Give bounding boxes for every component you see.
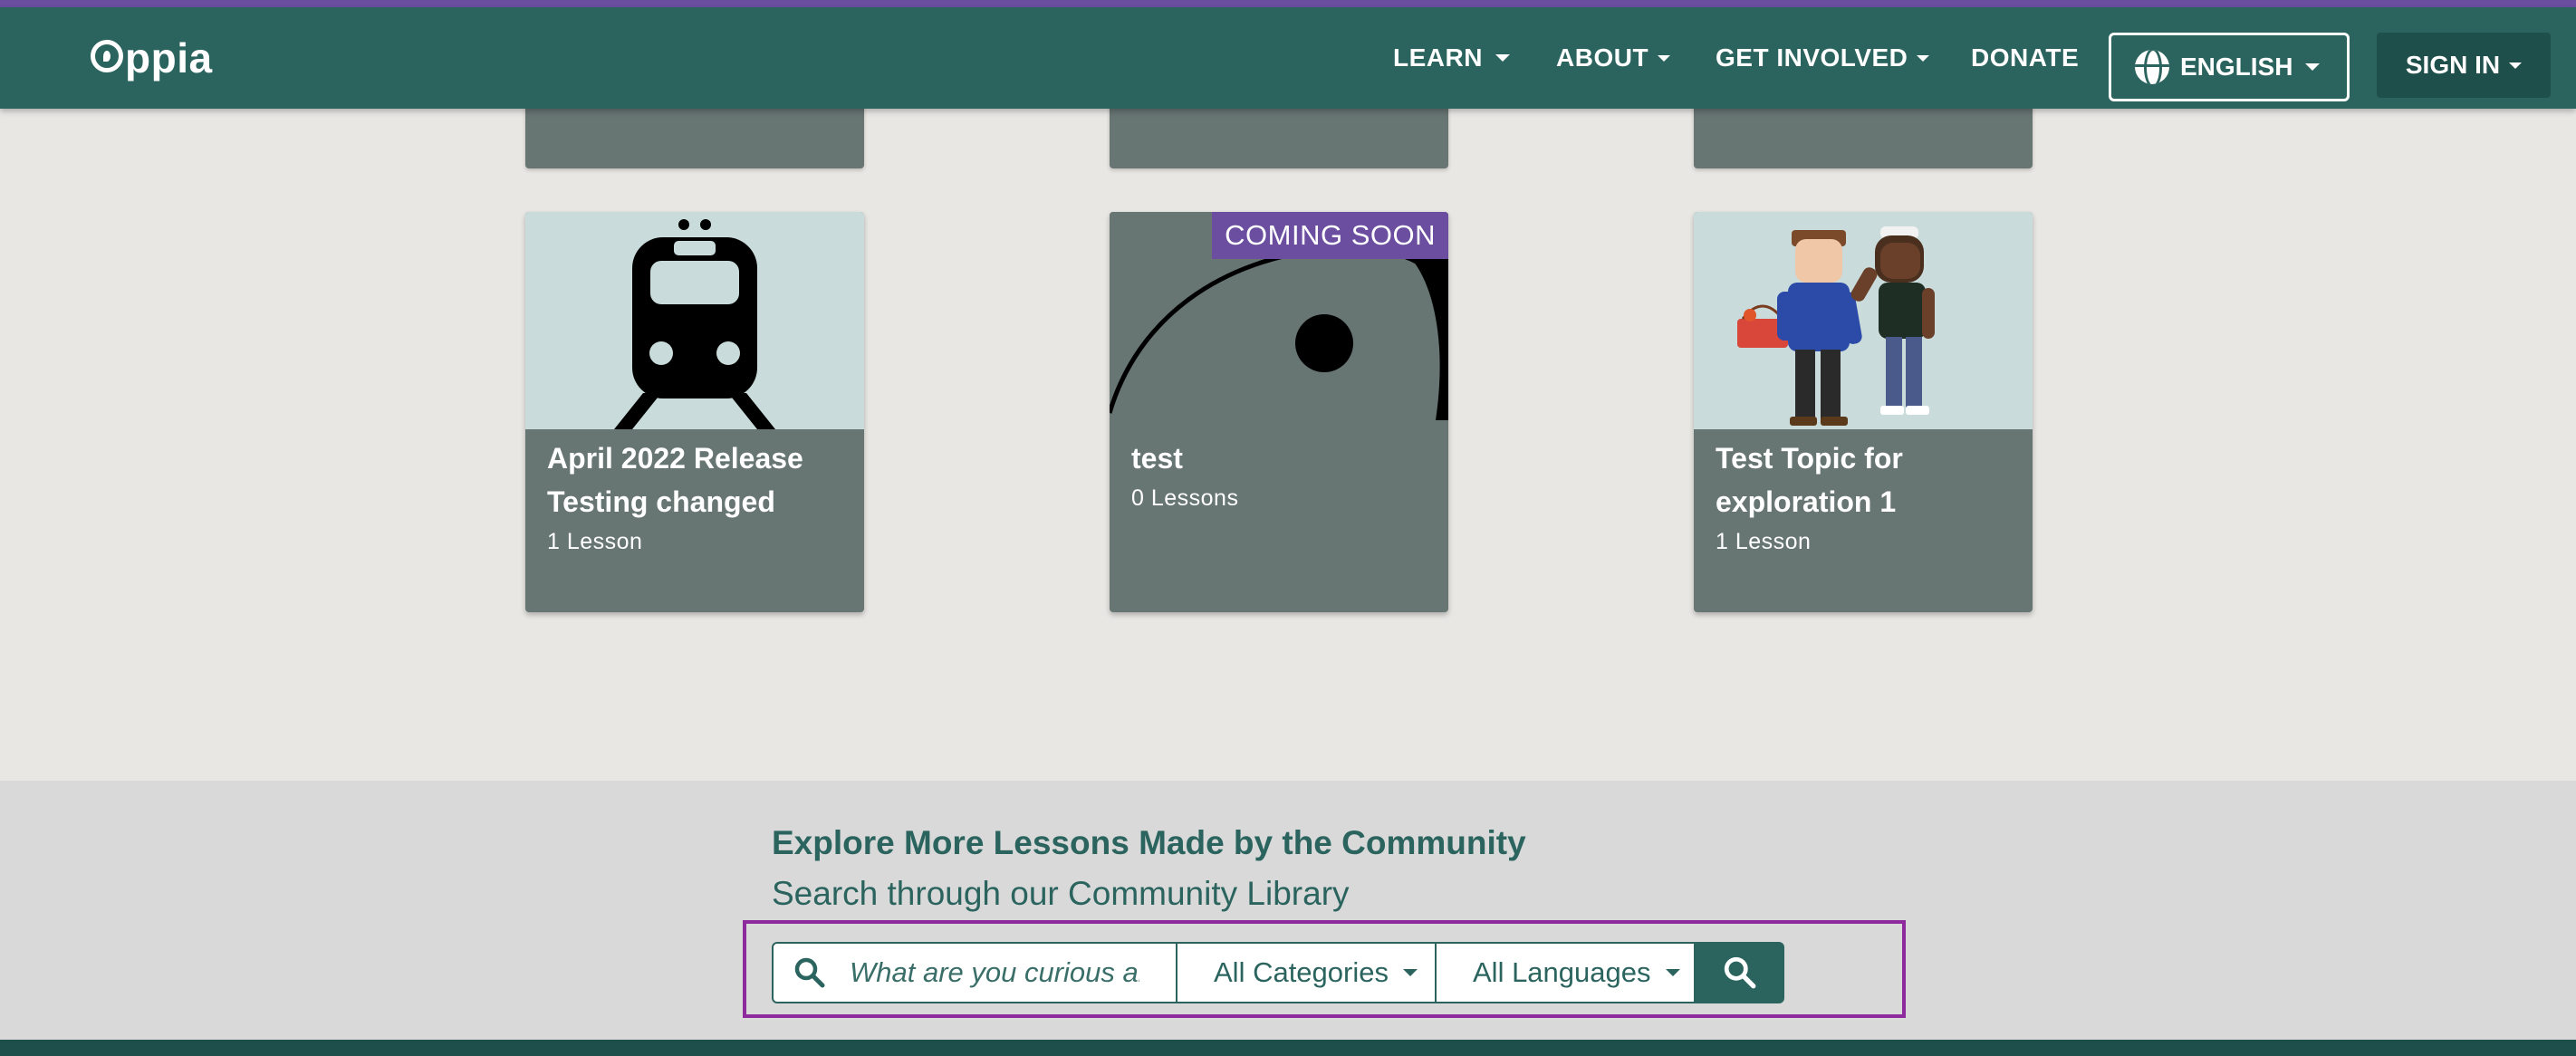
search-input[interactable] <box>850 956 1139 989</box>
sign-in-label: SIGN IN <box>2405 51 2501 79</box>
globe-icon <box>2135 50 2169 84</box>
topic-card-lesson-count: 1 Lesson <box>1716 529 1812 554</box>
chevron-down-icon <box>2305 63 2321 71</box>
topic-card-lesson-count: 1 Lesson <box>547 529 643 554</box>
topic-thumbnail <box>525 212 864 429</box>
search-field-container[interactable] <box>772 942 1177 1003</box>
two-people-illustration-icon <box>1737 226 1935 426</box>
language-selector-button[interactable]: ENGLISH <box>2109 33 2350 101</box>
oppia-logo-mark-icon <box>91 40 123 72</box>
chevron-down-icon <box>1658 54 1671 62</box>
sign-in-button[interactable]: SIGN IN <box>2377 33 2551 98</box>
topic-card-title: Test Topic for exploration 1 <box>1716 442 1903 518</box>
topic-thumbnail <box>1694 212 2033 429</box>
topic-card[interactable]: Test Topic for exploration 1 1 Lesson <box>1694 212 2033 612</box>
chevron-down-icon <box>1402 969 1418 976</box>
footer-top-edge <box>0 1040 2576 1056</box>
topic-card-lesson-count: 0 Lessons <box>1131 485 1239 511</box>
explore-heading: Explore More Lessons Made by the Communi… <box>772 824 1526 861</box>
top-accent-strip <box>0 0 2576 7</box>
top-navbar: ppia LEARN ABOUT GET INVOLVED DONATE ENG… <box>0 7 2576 109</box>
topic-card-title: test <box>1131 442 1183 475</box>
logo-text: ppia <box>125 34 213 82</box>
language-label: ENGLISH <box>2180 53 2293 81</box>
categories-dropdown[interactable]: All Categories <box>1177 942 1437 1003</box>
nav-learn-label: LEARN <box>1393 43 1483 72</box>
nav-about-label: ABOUT <box>1556 43 1649 72</box>
nav-get-involved-label: GET INVOLVED <box>1716 43 1908 72</box>
oppia-logo[interactable]: ppia <box>91 31 213 85</box>
topic-card[interactable]: April 2022 Release Testing changed 1 Les… <box>525 212 864 612</box>
nav-learn-dropdown[interactable]: LEARN <box>1393 43 1510 72</box>
topic-card-title: April 2022 Release Testing changed <box>547 442 803 518</box>
chevron-down-icon <box>1665 969 1680 976</box>
categories-label: All Categories <box>1214 956 1389 988</box>
community-search-bar: All Categories All Languages <box>772 942 1784 1003</box>
topic-card[interactable]: COMING SOON test 0 Lessons <box>1110 212 1448 612</box>
train-icon <box>614 219 775 429</box>
nav-get-involved-dropdown[interactable]: GET INVOLVED <box>1716 43 1930 72</box>
languages-dropdown[interactable]: All Languages <box>1437 942 1696 1003</box>
nav-about-dropdown[interactable]: ABOUT <box>1556 43 1671 72</box>
nav-donate-label: DONATE <box>1971 43 2080 72</box>
chevron-down-icon <box>2509 62 2523 69</box>
search-icon <box>794 957 825 988</box>
search-icon <box>1724 956 1756 989</box>
chevron-down-icon <box>1495 54 1510 62</box>
search-submit-button[interactable] <box>1696 942 1784 1003</box>
chevron-down-icon <box>1917 54 1930 62</box>
languages-label: All Languages <box>1473 956 1651 988</box>
coming-soon-badge: COMING SOON <box>1212 212 1448 259</box>
topic-thumbnail: COMING SOON <box>1110 212 1448 429</box>
nav-donate-link[interactable]: DONATE <box>1971 43 2079 72</box>
explore-subheading: Search through our Community Library <box>772 875 1350 912</box>
